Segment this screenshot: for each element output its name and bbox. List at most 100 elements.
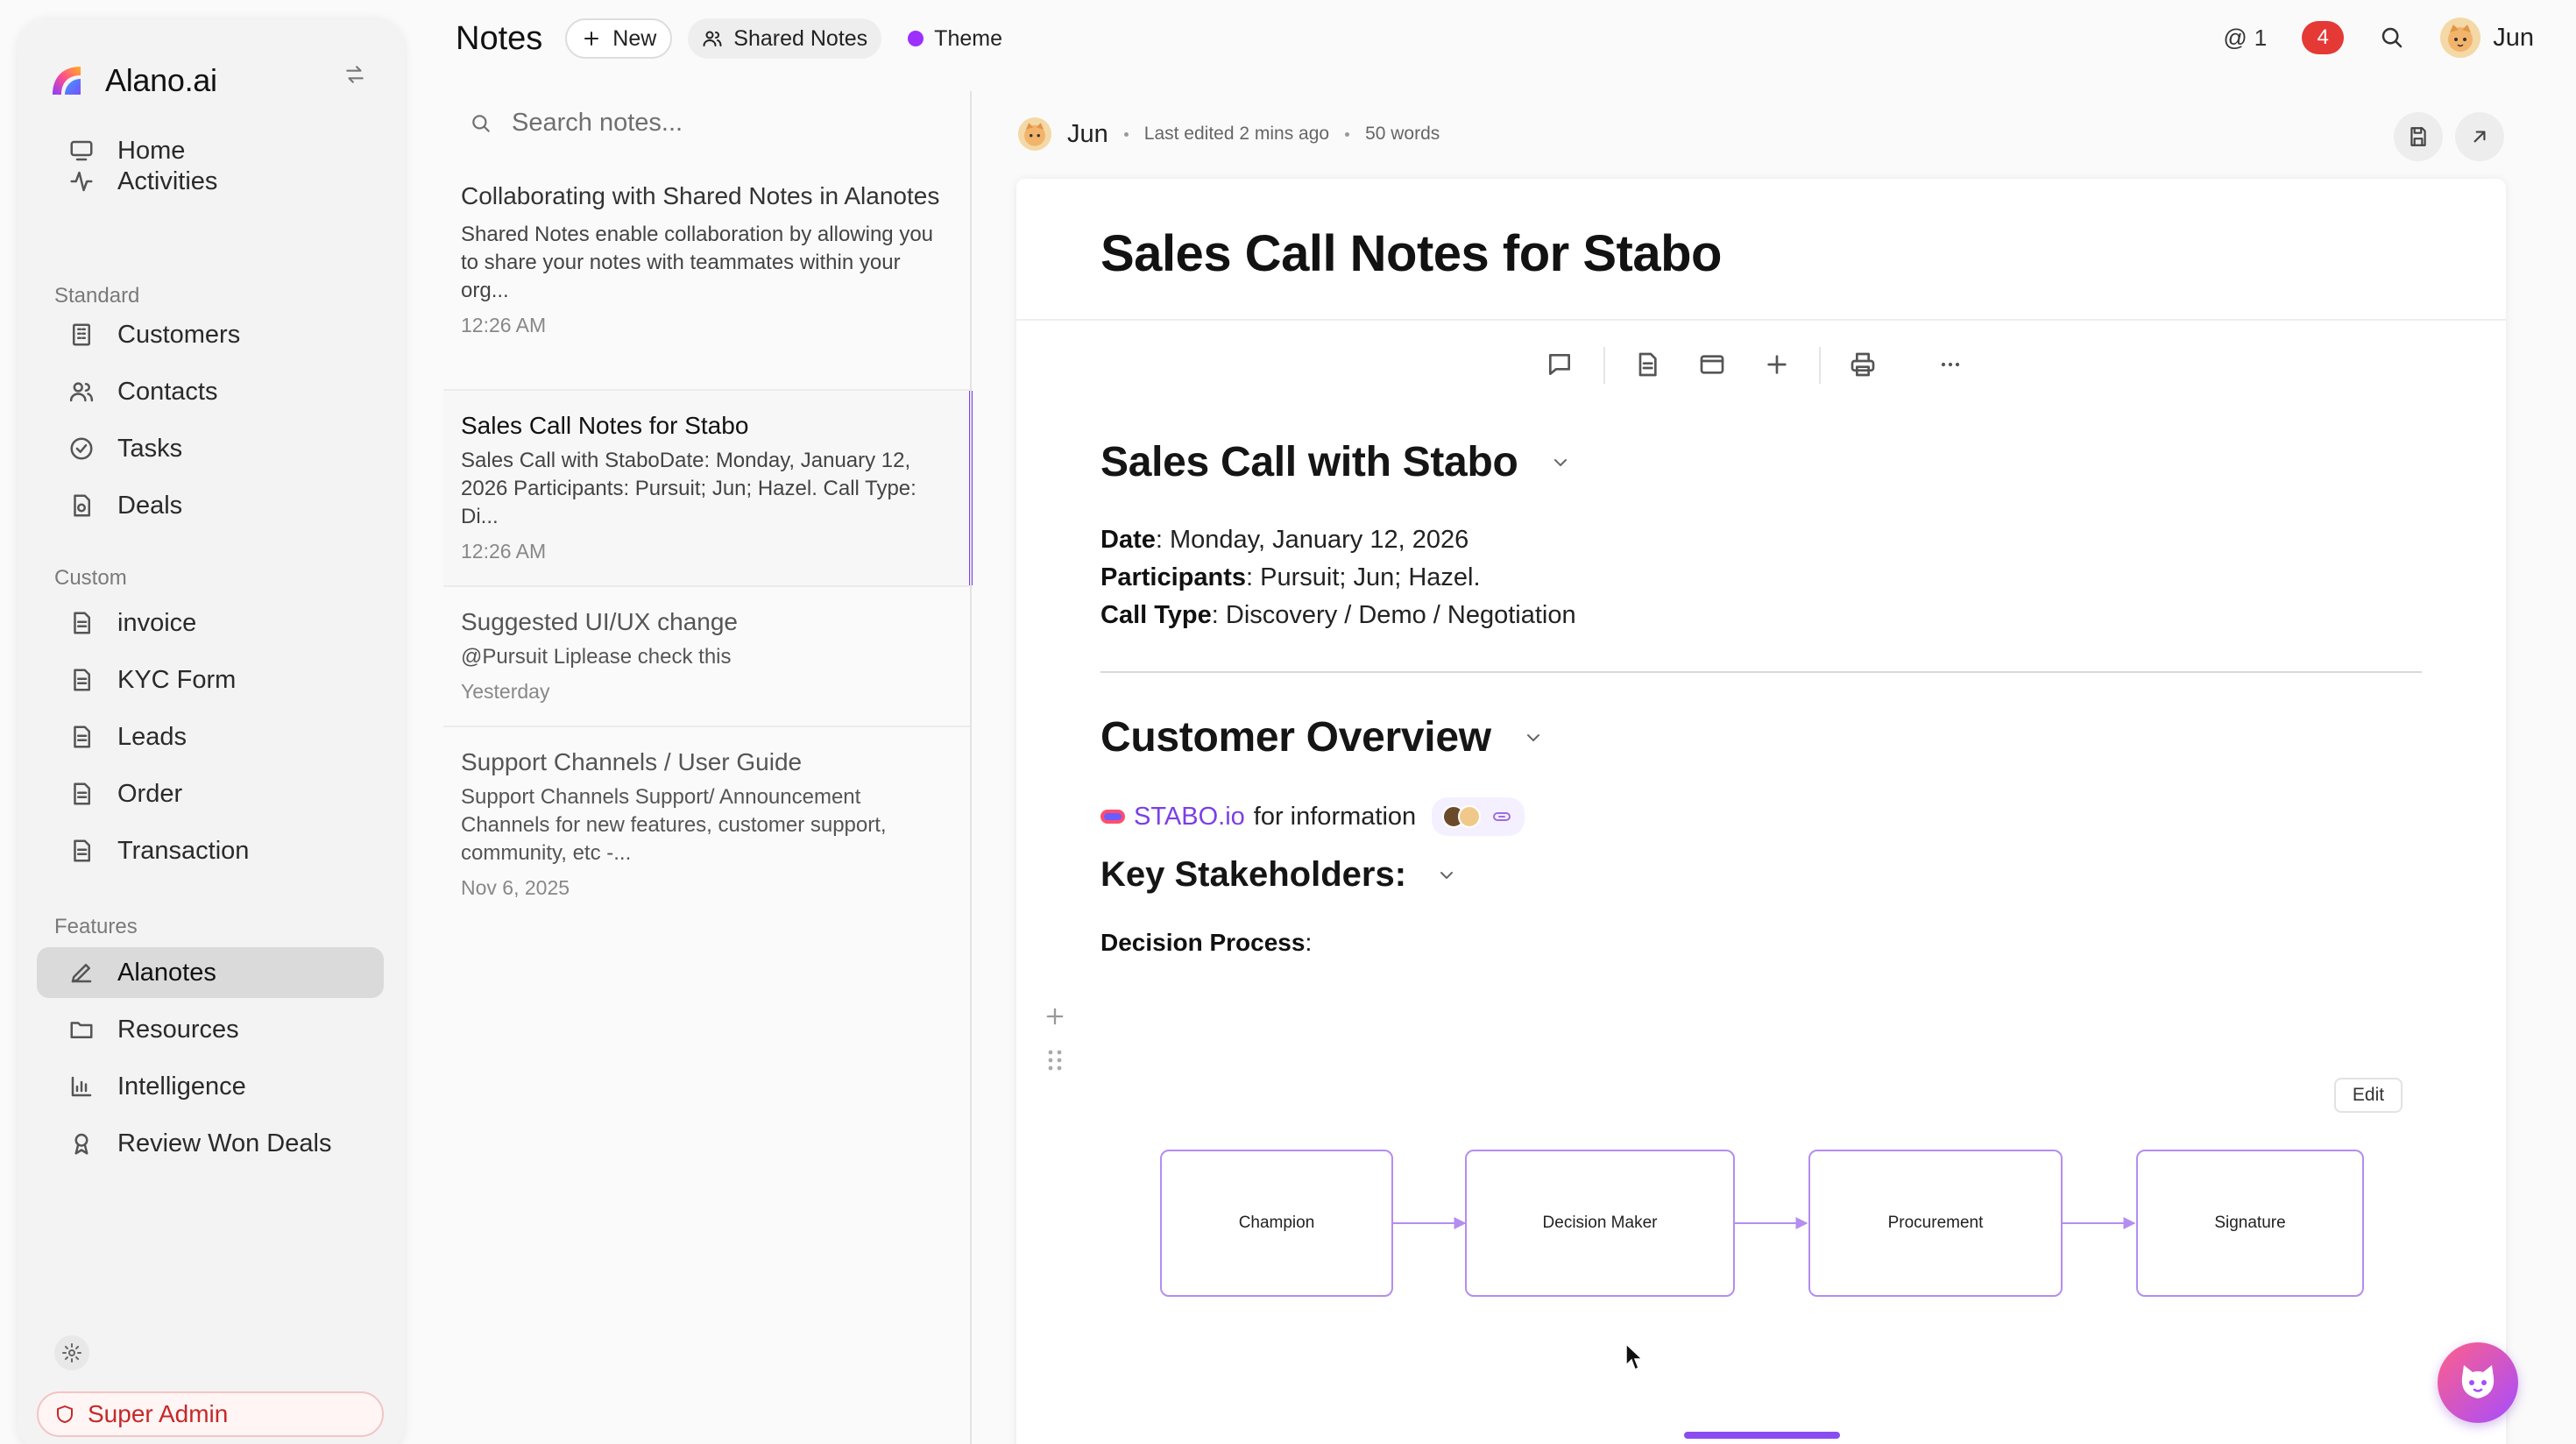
scrollbar-thumb[interactable]	[1684, 1432, 1840, 1439]
heading-text: Sales Call with Stabo	[1100, 439, 1518, 485]
shield-icon	[57, 1405, 73, 1423]
sidebar-item-order[interactable]: Order	[37, 768, 384, 819]
note-title[interactable]: Sales Call Notes for Stabo	[1100, 224, 1722, 283]
separator-dot	[1345, 131, 1350, 137]
brand[interactable]: Alano.ai	[47, 61, 217, 100]
note-item[interactable]: Suggested UI/UX change @Pursuit Liplease…	[443, 605, 971, 704]
divider	[443, 585, 971, 587]
horizontal-rule	[1100, 671, 2422, 673]
participants-line: Participants: Pursuit; Jun; Hazel.	[1100, 563, 1481, 592]
chevron-down-icon[interactable]	[1436, 865, 1457, 886]
flow-node-decision-maker[interactable]: Decision Maker	[1465, 1150, 1735, 1297]
sidebar-item-label: Transaction	[117, 836, 250, 865]
flow-node-procurement[interactable]: Procurement	[1808, 1150, 2063, 1297]
collapse-sidebar-button[interactable]	[343, 63, 366, 86]
super-admin-badge[interactable]: Super Admin	[37, 1391, 384, 1437]
document-icon	[74, 612, 90, 634]
sidebar-item-label: Leads	[117, 722, 188, 751]
check-circle-icon	[70, 437, 93, 460]
plus-icon[interactable]	[1763, 350, 1791, 379]
sidebar-item-contacts[interactable]: Contacts	[37, 366, 384, 417]
user-menu[interactable]: Jun	[2440, 18, 2534, 58]
sidebar-item-customers[interactable]: Customers	[37, 309, 384, 360]
note-time: 12:26 AM	[461, 540, 547, 563]
call-type-line: Call Type: Discovery / Demo / Negotiatio…	[1100, 601, 1576, 630]
chevron-down-icon[interactable]	[1550, 452, 1571, 473]
subsection-heading[interactable]: Key Stakeholders:	[1100, 855, 1457, 895]
shared-notes-button[interactable]: Shared Notes	[688, 18, 882, 59]
sidebar-item-tasks[interactable]: Tasks	[37, 423, 384, 474]
toolbar-separator	[1603, 347, 1605, 384]
add-block-icon[interactable]	[1043, 1004, 1067, 1029]
sidebar-item-transaction[interactable]: Transaction	[37, 825, 384, 876]
plus-icon	[584, 32, 599, 46]
sidebar-item-activities[interactable]: Activities	[37, 156, 384, 207]
search-notes-input[interactable]: Search notes...	[512, 109, 683, 138]
page-title: Notes	[456, 19, 543, 57]
heading-text: Key Stakeholders:	[1100, 855, 1407, 894]
user-name: Jun	[2493, 23, 2534, 52]
gear-icon	[62, 1343, 81, 1363]
more-icon[interactable]	[1936, 350, 1964, 379]
sidebar-item-invoice[interactable]: invoice	[37, 598, 384, 648]
search-notes[interactable]: Search notes...	[470, 109, 683, 138]
collaborators-chip[interactable]	[1432, 797, 1525, 836]
open-external-button[interactable]	[2455, 112, 2504, 161]
sidebar-item-label: Review Won Deals	[117, 1129, 332, 1157]
sidebar-item-leads[interactable]: Leads	[37, 711, 384, 762]
sidebar-item-label: Alanotes	[117, 958, 216, 987]
mentions-button[interactable]: @ 1	[2223, 25, 2267, 52]
note-preview: Support Channels Support/ Announcement C…	[461, 785, 887, 865]
chevron-down-icon[interactable]	[1523, 727, 1544, 748]
sidebar-item-label: Tasks	[117, 434, 183, 463]
flow-node-signature[interactable]: Signature	[2136, 1150, 2364, 1297]
search-button[interactable]	[2379, 25, 2405, 51]
stabo-link[interactable]: STABO.io	[1134, 803, 1245, 832]
save-icon	[2410, 127, 2426, 146]
sidebar-item-alanotes[interactable]: Alanotes	[37, 947, 384, 998]
avatar	[2440, 18, 2481, 58]
print-icon[interactable]	[1849, 350, 1877, 379]
folder-icon	[70, 1022, 93, 1038]
topbar-actions: @ 1 4 Jun	[2223, 18, 2534, 58]
sidebar-item-intelligence[interactable]: Intelligence	[37, 1061, 384, 1112]
new-note-label: New	[612, 25, 657, 51]
note-item[interactable]: Support Channels / User Guide Support Ch…	[443, 745, 971, 900]
note-editor: Sales Call Notes for Stabo Sales Call wi…	[1016, 179, 2506, 1444]
note-preview: @Pursuit Liplease check this	[461, 645, 732, 669]
sidebar-item-review-won-deals[interactable]: Review Won Deals	[37, 1118, 384, 1169]
note-item-active[interactable]: Sales Call Notes for Stabo Sales Call wi…	[443, 391, 973, 585]
save-button[interactable]	[2394, 112, 2443, 161]
ai-assistant-button[interactable]	[2438, 1342, 2518, 1423]
sidebar-item-resources[interactable]: Resources	[37, 1004, 384, 1055]
drag-handle-icon[interactable]	[1044, 1046, 1065, 1074]
date-value: : Monday, January 12, 2026	[1155, 526, 1469, 554]
section-heading[interactable]: Sales Call with Stabo	[1100, 438, 1571, 486]
mouse-cursor-icon	[1625, 1342, 1644, 1371]
comment-icon[interactable]	[1546, 350, 1574, 379]
heading-text: Customer Overview	[1100, 714, 1491, 761]
document-icon	[74, 669, 90, 691]
document-icon[interactable]	[1633, 350, 1661, 379]
theme-button[interactable]: Theme	[897, 18, 1013, 59]
cat-avatar-icon	[1024, 123, 1045, 146]
separator-dot	[1123, 131, 1129, 137]
new-note-button[interactable]: New	[565, 18, 673, 59]
link-chain-icon	[1493, 812, 1511, 821]
notifications-badge[interactable]: 4	[2302, 21, 2345, 54]
document-icon	[74, 839, 90, 862]
flow-node-champion[interactable]: Champion	[1160, 1150, 1393, 1297]
editor-toolbar	[1016, 343, 2506, 386]
theme-color-dot	[908, 31, 924, 46]
stabo-suffix: for information	[1253, 802, 1417, 831]
sidebar-item-kyc-form[interactable]: KYC Form	[37, 655, 384, 705]
embed-icon[interactable]	[1698, 350, 1726, 379]
date-line: Date: Monday, January 12, 2026	[1100, 526, 1468, 555]
settings-button[interactable]	[54, 1335, 89, 1370]
decision-process-line: Decision Process:	[1100, 929, 1312, 957]
note-title: Support Channels / User Guide	[461, 748, 803, 775]
sidebar-item-deals[interactable]: Deals	[37, 480, 384, 531]
section-heading[interactable]: Customer Overview	[1100, 713, 1544, 761]
note-item[interactable]: Collaborating with Shared Notes in Alano…	[443, 179, 971, 337]
users-icon	[69, 382, 94, 402]
